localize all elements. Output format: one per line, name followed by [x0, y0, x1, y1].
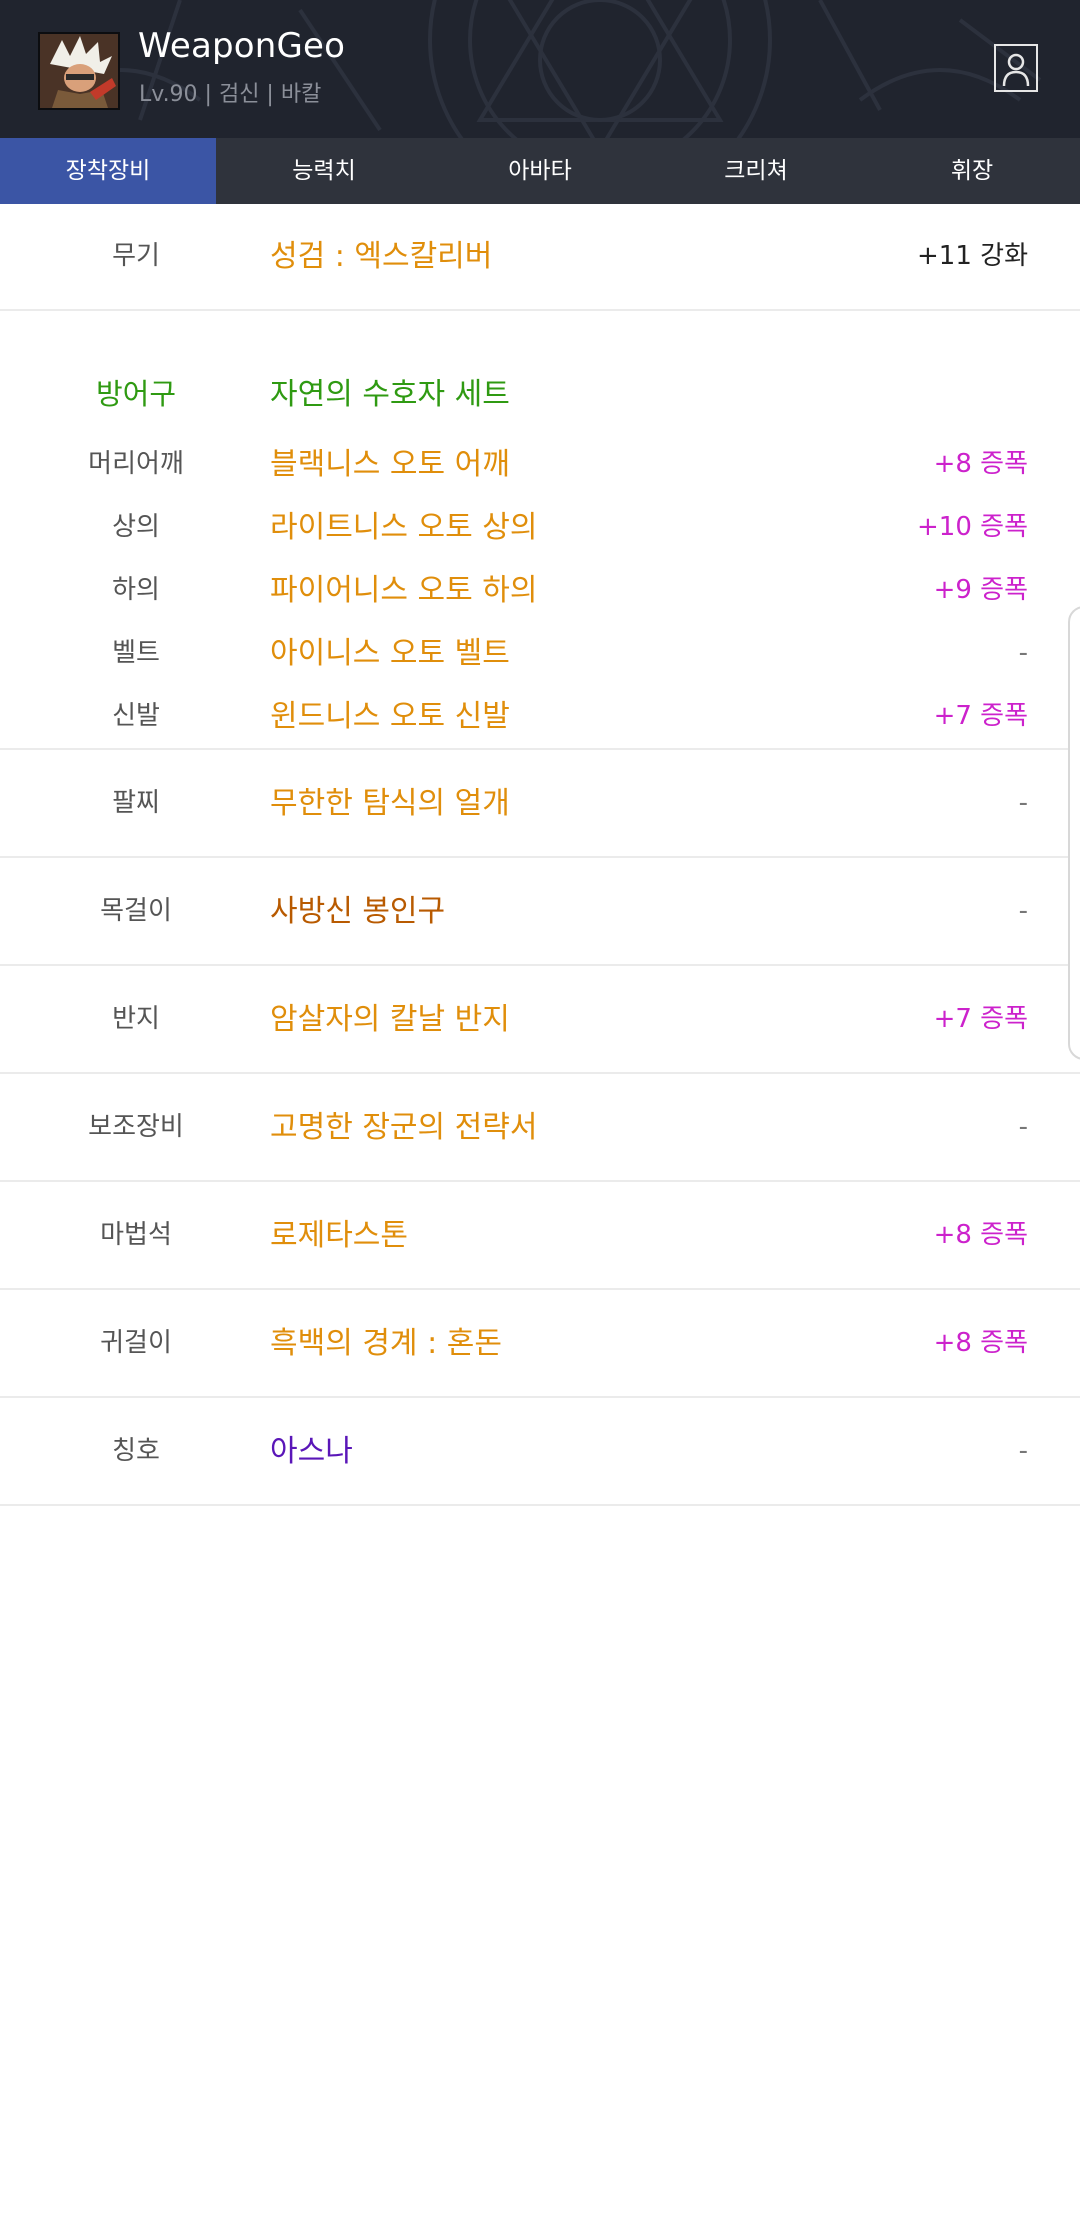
equipment-row-armor[interactable]: 머리어깨 블랙니스 오토 어깨 +8 증폭 [0, 433, 1080, 496]
tab-creature[interactable]: 크리쳐 [648, 138, 864, 204]
character-header: WeaponGeo Lv.90 | 검신 | 바칼 [0, 0, 1080, 138]
slot-label: 귀걸이 [100, 1328, 172, 1358]
slot-label: 팔찌 [112, 788, 160, 818]
character-avatar[interactable] [38, 32, 120, 110]
item-name: 아이니스 오토 벨트 [270, 636, 510, 671]
equipment-row-armor[interactable]: 벨트 아이니스 오토 벨트 - [0, 622, 1080, 685]
edge-panel-handle[interactable] [1068, 606, 1080, 1060]
slot-label: 머리어깨 [88, 449, 184, 479]
equipment-row-necklace[interactable]: 목걸이 사방신 봉인구 - [0, 858, 1080, 966]
upgrade-value: - [1018, 638, 1028, 668]
tab-bar: 장착장비 능력치 아바타 크리쳐 휘장 [0, 138, 1080, 204]
equipment-group-armor: 방어구 자연의 수호자 세트 머리어깨 블랙니스 오토 어깨 +8 증폭 상의 … [0, 311, 1080, 750]
equipment-list: 무기 성검 : 엑스칼리버 +11 강화 방어구 자연의 수호자 세트 머리어깨… [0, 204, 1080, 1506]
upgrade-value: - [1018, 788, 1028, 818]
item-name: 아스나 [270, 1434, 353, 1469]
set-name: 자연의 수호자 세트 [270, 377, 510, 412]
equipment-row-armor[interactable]: 신발 윈드니스 오토 신발 +7 증폭 [0, 685, 1080, 748]
item-name: 라이트니스 오토 상의 [270, 510, 538, 545]
upgrade-value: - [1018, 896, 1028, 926]
equipment-row-ring[interactable]: 반지 암살자의 칼날 반지 +7 증폭 [0, 966, 1080, 1074]
item-name: 블랙니스 오토 어깨 [270, 447, 510, 482]
profile-button[interactable] [994, 44, 1038, 92]
tab-emblem[interactable]: 휘장 [864, 138, 1080, 204]
item-name: 성검 : 엑스칼리버 [270, 239, 493, 274]
slot-label: 하의 [112, 575, 160, 605]
upgrade-value: +8 증폭 [933, 1220, 1028, 1250]
upgrade-value: +10 증폭 [917, 512, 1028, 542]
item-name: 로제타스톤 [270, 1218, 408, 1253]
upgrade-value: +9 증폭 [933, 575, 1028, 605]
slot-label: 무기 [112, 241, 160, 271]
item-name: 윈드니스 오토 신발 [270, 699, 510, 734]
equipment-row-magicstone[interactable]: 마법석 로제타스톤 +8 증폭 [0, 1182, 1080, 1290]
equipment-row-weapon[interactable]: 무기 성검 : 엑스칼리버 +11 강화 [0, 204, 1080, 311]
item-name: 무한한 탐식의 얼개 [270, 786, 510, 821]
equipment-row-subequipment[interactable]: 보조장비 고명한 장군의 전략서 - [0, 1074, 1080, 1182]
upgrade-value: +11 강화 [917, 241, 1028, 271]
equipment-row-armor[interactable]: 상의 라이트니스 오토 상의 +10 증폭 [0, 496, 1080, 559]
equipment-row-bracelet[interactable]: 팔찌 무한한 탐식의 얼개 - [0, 750, 1080, 858]
slot-label: 목걸이 [100, 896, 172, 926]
item-name: 흑백의 경계 : 혼돈 [270, 1326, 502, 1361]
user-profile-icon [1002, 53, 1030, 87]
character-info: Lv.90 | 검신 | 바칼 [139, 82, 322, 107]
slot-label: 마법석 [100, 1220, 172, 1250]
upgrade-value: +8 증폭 [933, 1328, 1028, 1358]
upgrade-value: - [1018, 1112, 1028, 1142]
upgrade-value: +8 증폭 [933, 449, 1028, 479]
slot-label: 방어구 [95, 377, 177, 411]
tab-equipment[interactable]: 장착장비 [0, 138, 216, 204]
background-pattern [38, 0, 1042, 138]
equipment-row-earring[interactable]: 귀걸이 흑백의 경계 : 혼돈 +8 증폭 [0, 1290, 1080, 1398]
equipment-row-armor[interactable]: 하의 파이어니스 오토 하의 +9 증폭 [0, 559, 1080, 622]
upgrade-value: - [1018, 1436, 1028, 1466]
character-portrait-icon [40, 34, 118, 108]
item-name: 고명한 장군의 전략서 [270, 1110, 538, 1145]
item-name: 사방신 봉인구 [270, 894, 446, 929]
slot-label: 벨트 [112, 638, 160, 668]
item-name: 파이어니스 오토 하의 [270, 573, 538, 608]
tab-avatar[interactable]: 아바타 [432, 138, 648, 204]
character-name: WeaponGeo [138, 26, 346, 66]
slot-label: 칭호 [112, 1436, 160, 1466]
slot-label: 보조장비 [88, 1112, 184, 1142]
tab-stats[interactable]: 능력치 [216, 138, 432, 204]
equipment-row-title[interactable]: 칭호 아스나 - [0, 1398, 1080, 1506]
slot-label: 반지 [112, 1004, 160, 1034]
slot-label: 신발 [112, 701, 160, 731]
upgrade-value: +7 증폭 [933, 1004, 1028, 1034]
armor-set-header: 방어구 자연의 수호자 세트 [0, 363, 1080, 426]
upgrade-value: +7 증폭 [933, 701, 1028, 731]
armor-items: 머리어깨 블랙니스 오토 어깨 +8 증폭 상의 라이트니스 오토 상의 +10… [0, 433, 1080, 748]
slot-label: 상의 [112, 512, 160, 542]
item-name: 암살자의 칼날 반지 [270, 1002, 510, 1037]
